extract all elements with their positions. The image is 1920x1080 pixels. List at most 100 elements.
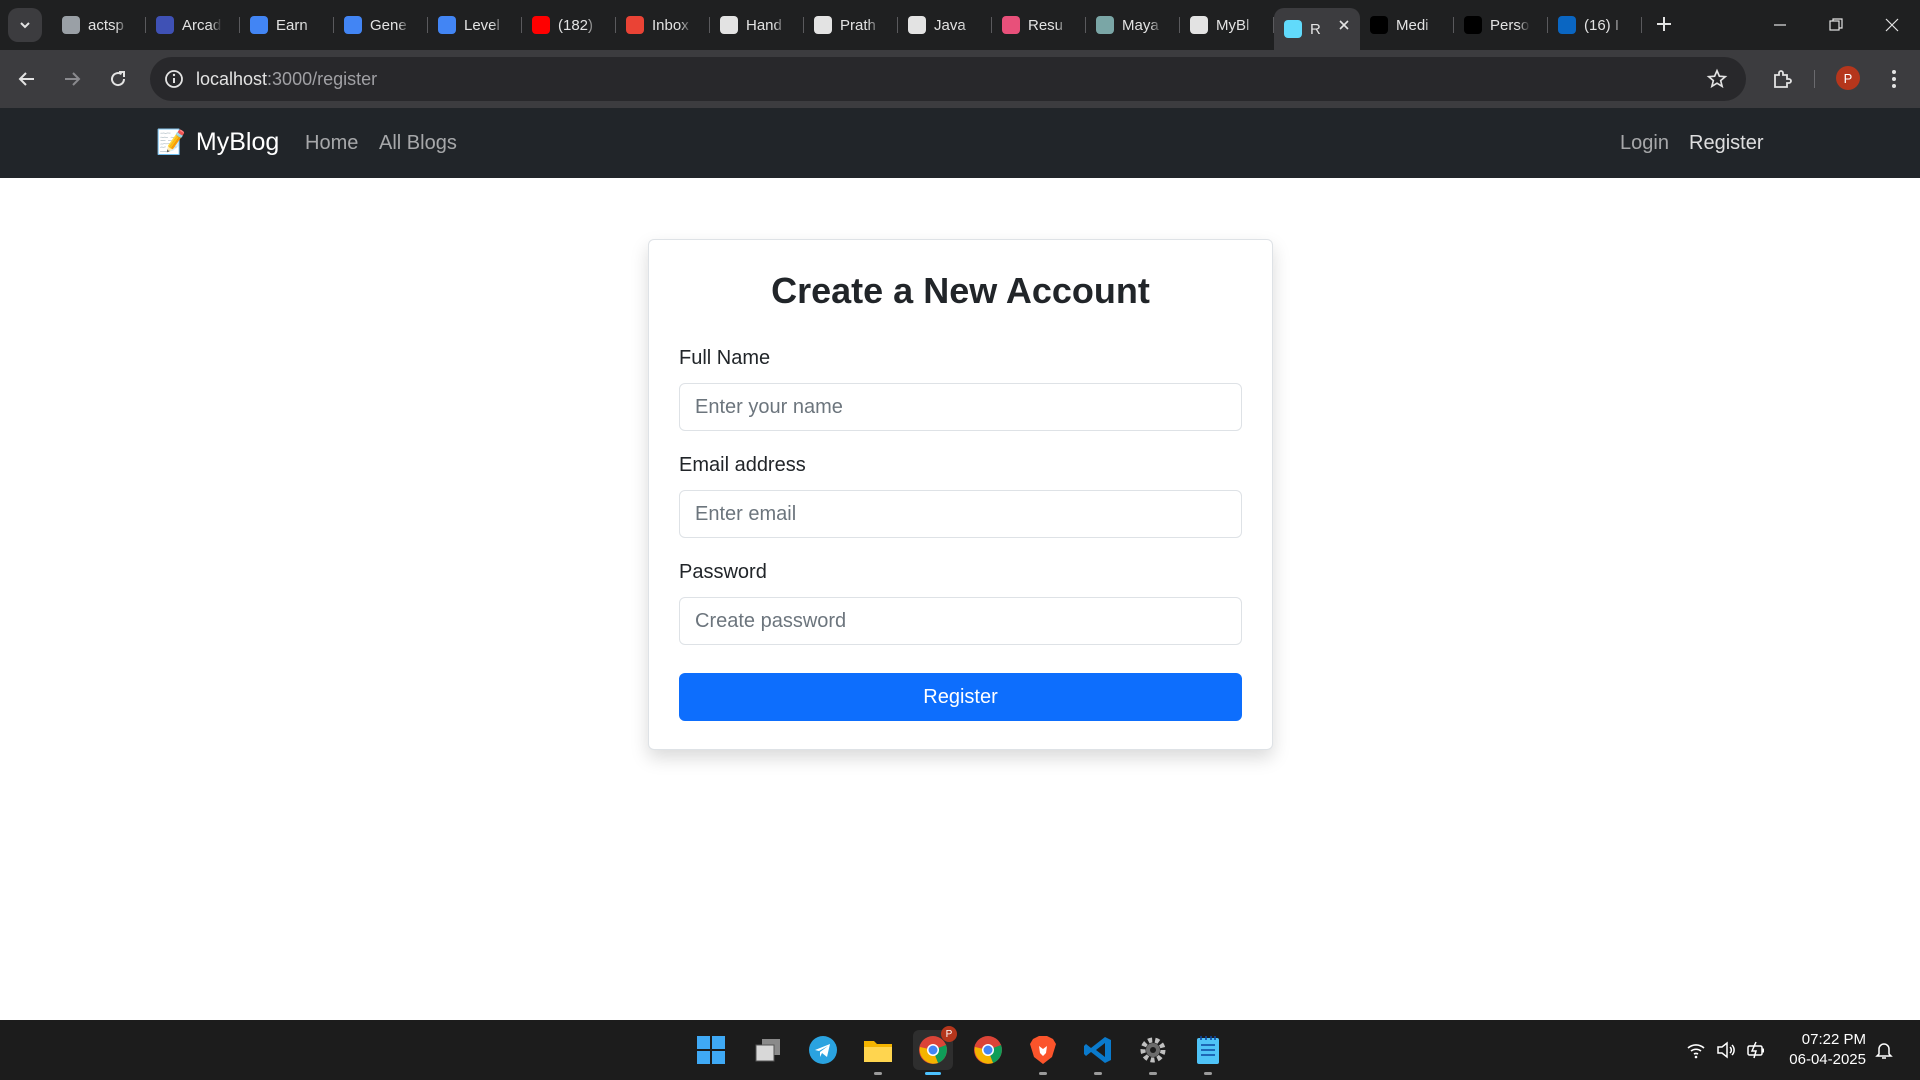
nav-login-link[interactable]: Login bbox=[1620, 132, 1669, 155]
browser-tab[interactable]: Arcad bbox=[146, 8, 240, 42]
chrome-icon[interactable] bbox=[968, 1030, 1008, 1070]
tab-title: (182) bbox=[558, 16, 594, 34]
vscode-icon[interactable] bbox=[1078, 1030, 1118, 1075]
tab-title: Inbox bbox=[652, 16, 689, 34]
site-info-icon[interactable] bbox=[162, 67, 186, 91]
tab-title: Arcad bbox=[182, 16, 222, 34]
site-navbar: 📝 MyBlog Home All Blogs Login Register bbox=[0, 108, 1920, 178]
linkedin-icon bbox=[1558, 16, 1576, 34]
chatgpt-icon bbox=[720, 16, 738, 34]
browser-toolbar: localhost:3000/register bbox=[0, 50, 1920, 108]
browser-tab[interactable]: Gene bbox=[334, 8, 428, 42]
system-clock[interactable]: 07:22 PM 06-04-2025 bbox=[1789, 1030, 1866, 1070]
profile-avatar[interactable]: P bbox=[1836, 66, 1860, 90]
browser-tab[interactable]: R bbox=[1274, 8, 1360, 50]
tab-title: R bbox=[1310, 20, 1321, 38]
task-view-icon[interactable] bbox=[748, 1030, 788, 1070]
browser-tab[interactable]: Java bbox=[898, 8, 992, 42]
toolbar-divider bbox=[1814, 70, 1815, 88]
url-text[interactable]: localhost:3000/register bbox=[196, 69, 377, 90]
close-window-button[interactable] bbox=[1864, 0, 1920, 50]
full-name-input[interactable] bbox=[679, 383, 1242, 431]
brand-name: MyBlog bbox=[195, 128, 280, 156]
tab-search-button[interactable] bbox=[8, 8, 42, 42]
tab-title: Level bbox=[464, 16, 500, 34]
password-input[interactable] bbox=[679, 597, 1242, 645]
browser-tab[interactable]: (182) bbox=[522, 8, 616, 42]
puzzle-piece-icon bbox=[1774, 70, 1792, 88]
notification-bell-icon[interactable] bbox=[1874, 1040, 1894, 1060]
brave-icon[interactable] bbox=[1023, 1030, 1063, 1075]
extensions-button[interactable] bbox=[1766, 63, 1798, 95]
nav-register-link[interactable]: Register bbox=[1689, 132, 1763, 155]
register-button[interactable]: Register bbox=[679, 673, 1242, 721]
nav-home-link[interactable]: Home bbox=[305, 132, 358, 155]
nav-all-blogs-link[interactable]: All Blogs bbox=[379, 132, 457, 155]
wifi-icon[interactable] bbox=[1686, 1040, 1706, 1060]
browser-tab[interactable]: Resu bbox=[992, 8, 1086, 42]
restore-icon bbox=[1829, 18, 1843, 31]
address-bar[interactable]: localhost:3000/register bbox=[150, 57, 1746, 101]
browser-tab[interactable]: Level bbox=[428, 8, 522, 42]
url-path: :3000/register bbox=[267, 69, 378, 89]
arcade-icon bbox=[156, 16, 174, 34]
resume-icon bbox=[1002, 16, 1020, 34]
clock-time: 07:22 PM bbox=[1801, 1031, 1866, 1048]
windows-start-icon[interactable] bbox=[691, 1030, 731, 1070]
browser-tab[interactable]: Medi bbox=[1360, 8, 1454, 42]
browser-tab[interactable]: Maya bbox=[1086, 8, 1180, 42]
browser-tab[interactable]: Earn bbox=[240, 8, 334, 42]
email-input[interactable] bbox=[679, 490, 1242, 538]
minimize-button[interactable] bbox=[1752, 0, 1808, 50]
browser-tab[interactable]: Hand bbox=[710, 8, 804, 42]
back-button[interactable] bbox=[11, 63, 43, 95]
forward-button[interactable] bbox=[56, 63, 88, 95]
full-name-label: Full Name bbox=[679, 347, 771, 369]
browser-tab[interactable]: actsp bbox=[52, 8, 146, 42]
tab-title: Perso bbox=[1490, 16, 1530, 34]
browser-tab[interactable]: Prath bbox=[804, 8, 898, 42]
chatgpt-icon bbox=[1190, 16, 1208, 34]
browser-tab[interactable]: Inbox bbox=[616, 8, 710, 42]
chrome-profile-badge: P bbox=[941, 1026, 957, 1042]
portfolio-icon bbox=[1464, 16, 1482, 34]
browser-tab[interactable]: Perso bbox=[1454, 8, 1548, 42]
url-host: localhost bbox=[196, 69, 268, 89]
chrome-menu-button[interactable] bbox=[1878, 63, 1910, 95]
restore-button[interactable] bbox=[1808, 0, 1864, 50]
volume-icon[interactable] bbox=[1716, 1040, 1736, 1060]
browser-tab-strip: actsp Arcad Earn Gene Level (182) Inbox Hand Pra… bbox=[0, 0, 1920, 50]
reload-button[interactable] bbox=[102, 63, 134, 95]
close-tab-icon[interactable] bbox=[1336, 17, 1352, 33]
tab-title: Maya bbox=[1122, 16, 1159, 34]
browser-tab[interactable]: (16) I bbox=[1548, 8, 1642, 42]
tab-title: (16) I bbox=[1584, 16, 1620, 34]
brand-link[interactable]: 📝 MyBlog bbox=[156, 128, 279, 157]
back-arrow-icon bbox=[18, 72, 34, 86]
github-icon bbox=[814, 16, 832, 34]
minimize-icon bbox=[1774, 24, 1786, 26]
memo-icon: 📝 bbox=[156, 129, 186, 156]
chrome-profile-icon[interactable]: P bbox=[913, 1026, 957, 1075]
google-cloud-icon bbox=[250, 16, 268, 34]
notepad-icon[interactable] bbox=[1188, 1030, 1228, 1075]
browser-tab[interactable]: MyBl bbox=[1180, 8, 1274, 42]
tab-title: Earn bbox=[276, 16, 308, 34]
tab-title: Hand bbox=[746, 16, 782, 34]
tab-title: Prath bbox=[840, 16, 876, 34]
youtube-icon bbox=[532, 16, 550, 34]
new-tab-icon[interactable] bbox=[1652, 12, 1676, 36]
clock-date: 06-04-2025 bbox=[1789, 1051, 1866, 1068]
telegram-icon[interactable] bbox=[803, 1030, 843, 1070]
react-icon bbox=[1284, 20, 1302, 38]
tab-title: Medi bbox=[1396, 16, 1429, 34]
google-cloud-icon bbox=[344, 16, 362, 34]
bookmark-star-icon[interactable] bbox=[1706, 68, 1728, 90]
chevron-down-icon bbox=[20, 22, 30, 29]
avatar-icon bbox=[1096, 16, 1114, 34]
tab-title: MyBl bbox=[1216, 16, 1250, 34]
file-explorer-icon[interactable] bbox=[858, 1030, 898, 1075]
battery-charging-icon[interactable] bbox=[1746, 1040, 1766, 1060]
tab-list: actsp Arcad Earn Gene Level (182) Inbox Hand Pra… bbox=[52, 8, 1642, 50]
settings-icon[interactable] bbox=[1133, 1030, 1173, 1075]
